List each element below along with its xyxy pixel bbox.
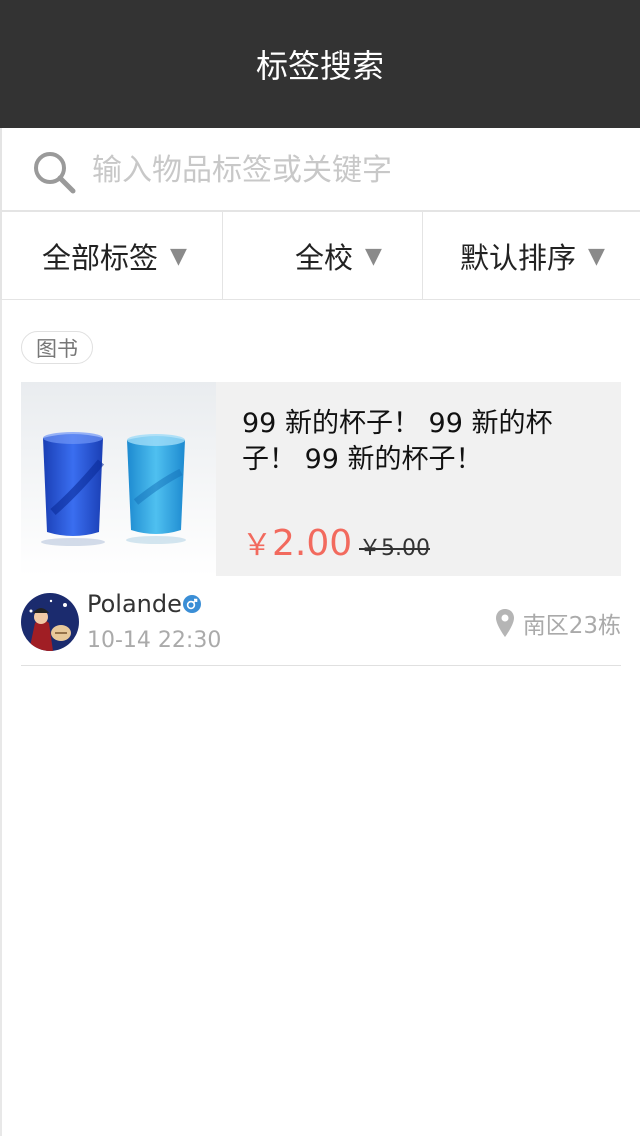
listing-original-price: ￥5.00 (359, 536, 430, 561)
avatar[interactable] (21, 593, 79, 651)
filter-tags-label: 全部标签 (42, 241, 159, 275)
content-edge (0, 300, 2, 1136)
listing-title: 99 新的杯子！ 99 新的杯子！ 99 新的杯子！ (242, 408, 553, 475)
search-input[interactable] (92, 146, 622, 194)
filter-sort-dropdown[interactable]: 默认排序 ▼ (460, 212, 605, 300)
price-currency: ￥ (242, 528, 272, 563)
filter-sort-label: 默认排序 (460, 241, 577, 275)
app-header: 标签搜索 (0, 0, 640, 128)
product-image (21, 382, 216, 576)
price-value: 2.00 (272, 523, 353, 564)
filter-divider (422, 212, 423, 300)
listing-card[interactable]: 99 新的杯子！ 99 新的杯子！ 99 新的杯子！ ￥2.00 ￥5.00 (21, 382, 621, 576)
search-icon (34, 152, 76, 194)
location: 南区23栋 (495, 606, 621, 640)
page-title: 标签搜索 (255, 47, 384, 85)
male-gender-icon (183, 595, 201, 613)
filter-campus-label: 全校 (295, 241, 354, 275)
dropdown-arrow-icon: ▼ (588, 243, 605, 269)
filter-campus-dropdown[interactable]: 全校 ▼ (295, 212, 382, 300)
search-bar[interactable] (0, 128, 640, 212)
seller-info: Polande 10-14 22:30 南区23栋 (21, 590, 621, 666)
seller-name[interactable]: Polande (87, 590, 182, 618)
filter-tags-dropdown[interactable]: 全部标签 ▼ (42, 212, 187, 300)
dropdown-arrow-icon: ▼ (170, 243, 187, 269)
location-pin-icon (495, 609, 514, 637)
dropdown-arrow-icon: ▼ (365, 243, 382, 269)
listing-price: ￥2.00 (242, 522, 352, 568)
filter-divider (222, 212, 223, 300)
post-time: 10-14 22:30 (87, 628, 222, 653)
filter-bar: 全部标签 ▼ 全校 ▼ 默认排序 ▼ (0, 212, 640, 300)
tag-chip[interactable]: 图书 (21, 331, 93, 364)
location-text: 南区23栋 (522, 613, 621, 639)
